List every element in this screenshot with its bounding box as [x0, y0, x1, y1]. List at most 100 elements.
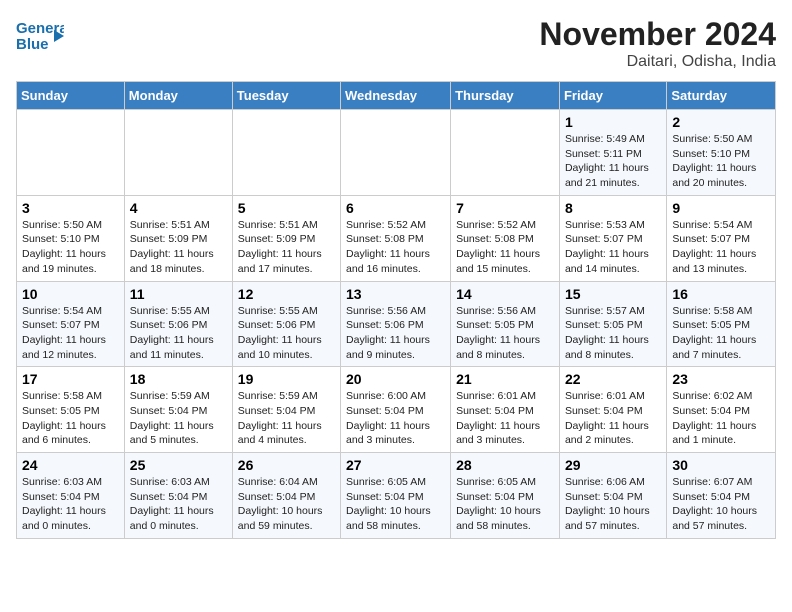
- day-info: Sunrise: 5:54 AM Sunset: 5:07 PM Dayligh…: [672, 218, 770, 277]
- calendar-cell: 8 Sunrise: 5:53 AM Sunset: 5:07 PM Daylig…: [559, 195, 666, 281]
- day-number: 12: [238, 286, 335, 302]
- calendar-title: November 2024: [539, 16, 776, 53]
- day-info: Sunrise: 5:59 AM Sunset: 5:04 PM Dayligh…: [238, 389, 335, 448]
- day-number: 23: [672, 371, 770, 387]
- day-of-week-header: Friday: [559, 82, 666, 110]
- day-number: 28: [456, 457, 554, 473]
- day-number: 11: [130, 286, 227, 302]
- calendar-table: SundayMondayTuesdayWednesdayThursdayFrid…: [16, 81, 776, 539]
- day-number: 10: [22, 286, 119, 302]
- day-number: 25: [130, 457, 227, 473]
- calendar-cell: 1 Sunrise: 5:49 AM Sunset: 5:11 PM Daylig…: [559, 110, 666, 196]
- day-info: Sunrise: 6:01 AM Sunset: 5:04 PM Dayligh…: [565, 389, 661, 448]
- calendar-cell: 30 Sunrise: 6:07 AM Sunset: 5:04 PM Dayli…: [667, 453, 776, 539]
- calendar-cell: 22 Sunrise: 6:01 AM Sunset: 5:04 PM Dayli…: [559, 367, 666, 453]
- day-number: 9: [672, 200, 770, 216]
- day-number: 29: [565, 457, 661, 473]
- calendar-cell: 11 Sunrise: 5:55 AM Sunset: 5:06 PM Dayli…: [124, 281, 232, 367]
- day-info: Sunrise: 5:55 AM Sunset: 5:06 PM Dayligh…: [238, 304, 335, 363]
- day-info: Sunrise: 5:54 AM Sunset: 5:07 PM Dayligh…: [22, 304, 119, 363]
- calendar-cell: 2 Sunrise: 5:50 AM Sunset: 5:10 PM Daylig…: [667, 110, 776, 196]
- day-number: 15: [565, 286, 661, 302]
- day-number: 19: [238, 371, 335, 387]
- calendar-cell: 17Sunrise: 5:58 AM Sunset: 5:05 PM Dayli…: [17, 367, 125, 453]
- calendar-cell: 18 Sunrise: 5:59 AM Sunset: 5:04 PM Dayli…: [124, 367, 232, 453]
- calendar-cell: 3 Sunrise: 5:50 AM Sunset: 5:10 PM Daylig…: [17, 195, 125, 281]
- calendar-subtitle: Daitari, Odisha, India: [539, 53, 776, 71]
- day-number: 24: [22, 457, 119, 473]
- day-of-week-header: Sunday: [17, 82, 125, 110]
- calendar-cell: 28 Sunrise: 6:05 AM Sunset: 5:04 PM Dayli…: [451, 453, 560, 539]
- day-number: 14: [456, 286, 554, 302]
- day-number: 20: [346, 371, 445, 387]
- day-info: Sunrise: 5:53 AM Sunset: 5:07 PM Dayligh…: [565, 218, 661, 277]
- calendar-cell: [232, 110, 340, 196]
- day-number: 7: [456, 200, 554, 216]
- title-block: November 2024 Daitari, Odisha, India: [539, 16, 776, 71]
- day-info: Sunrise: 5:56 AM Sunset: 5:05 PM Dayligh…: [456, 304, 554, 363]
- page-header: General Blue November 2024 Daitari, Odis…: [16, 16, 776, 71]
- day-info: Sunrise: 5:52 AM Sunset: 5:08 PM Dayligh…: [456, 218, 554, 277]
- day-info: Sunrise: 6:03 AM Sunset: 5:04 PM Dayligh…: [130, 475, 227, 534]
- calendar-cell: 5 Sunrise: 5:51 AM Sunset: 5:09 PM Daylig…: [232, 195, 340, 281]
- day-info: Sunrise: 5:55 AM Sunset: 5:06 PM Dayligh…: [130, 304, 227, 363]
- day-number: 5: [238, 200, 335, 216]
- day-info: Sunrise: 6:05 AM Sunset: 5:04 PM Dayligh…: [456, 475, 554, 534]
- calendar-cell: 6Sunrise: 5:52 AM Sunset: 5:08 PM Daylig…: [341, 195, 451, 281]
- day-number: 27: [346, 457, 445, 473]
- calendar-cell: 13 Sunrise: 5:56 AM Sunset: 5:06 PM Dayli…: [341, 281, 451, 367]
- day-info: Sunrise: 5:49 AM Sunset: 5:11 PM Dayligh…: [565, 132, 661, 191]
- calendar-cell: 19 Sunrise: 5:59 AM Sunset: 5:04 PM Dayli…: [232, 367, 340, 453]
- day-number: 3: [22, 200, 119, 216]
- day-info: Sunrise: 5:51 AM Sunset: 5:09 PM Dayligh…: [238, 218, 335, 277]
- logo: General Blue: [16, 16, 64, 61]
- day-number: 26: [238, 457, 335, 473]
- calendar-cell: [124, 110, 232, 196]
- day-info: Sunrise: 6:03 AM Sunset: 5:04 PM Dayligh…: [22, 475, 119, 534]
- day-of-week-header: Tuesday: [232, 82, 340, 110]
- calendar-cell: [17, 110, 125, 196]
- calendar-cell: 7 Sunrise: 5:52 AM Sunset: 5:08 PM Daylig…: [451, 195, 560, 281]
- day-info: Sunrise: 5:50 AM Sunset: 5:10 PM Dayligh…: [22, 218, 119, 277]
- day-info: Sunrise: 6:06 AM Sunset: 5:04 PM Dayligh…: [565, 475, 661, 534]
- day-of-week-header: Monday: [124, 82, 232, 110]
- day-info: Sunrise: 5:52 AM Sunset: 5:08 PM Dayligh…: [346, 218, 445, 277]
- day-number: 30: [672, 457, 770, 473]
- calendar-cell: 12 Sunrise: 5:55 AM Sunset: 5:06 PM Dayli…: [232, 281, 340, 367]
- calendar-cell: 25 Sunrise: 6:03 AM Sunset: 5:04 PM Dayli…: [124, 453, 232, 539]
- calendar-cell: [451, 110, 560, 196]
- calendar-cell: 9 Sunrise: 5:54 AM Sunset: 5:07 PM Daylig…: [667, 195, 776, 281]
- calendar-cell: 14 Sunrise: 5:56 AM Sunset: 5:05 PM Dayli…: [451, 281, 560, 367]
- calendar-cell: 26 Sunrise: 6:04 AM Sunset: 5:04 PM Dayli…: [232, 453, 340, 539]
- calendar-cell: 20Sunrise: 6:00 AM Sunset: 5:04 PM Dayli…: [341, 367, 451, 453]
- day-number: 13: [346, 286, 445, 302]
- calendar-cell: 24 Sunrise: 6:03 AM Sunset: 5:04 PM Dayli…: [17, 453, 125, 539]
- day-info: Sunrise: 5:59 AM Sunset: 5:04 PM Dayligh…: [130, 389, 227, 448]
- day-info: Sunrise: 5:50 AM Sunset: 5:10 PM Dayligh…: [672, 132, 770, 191]
- day-info: Sunrise: 5:58 AM Sunset: 5:05 PM Dayligh…: [672, 304, 770, 363]
- day-number: 8: [565, 200, 661, 216]
- day-info: Sunrise: 5:51 AM Sunset: 5:09 PM Dayligh…: [130, 218, 227, 277]
- day-number: 4: [130, 200, 227, 216]
- calendar-cell: [341, 110, 451, 196]
- calendar-cell: 4 Sunrise: 5:51 AM Sunset: 5:09 PM Daylig…: [124, 195, 232, 281]
- day-number: 16: [672, 286, 770, 302]
- calendar-cell: 15 Sunrise: 5:57 AM Sunset: 5:05 PM Dayli…: [559, 281, 666, 367]
- day-info: Sunrise: 6:01 AM Sunset: 5:04 PM Dayligh…: [456, 389, 554, 448]
- day-info: Sunrise: 6:05 AM Sunset: 5:04 PM Dayligh…: [346, 475, 445, 534]
- calendar-cell: 27 Sunrise: 6:05 AM Sunset: 5:04 PM Dayli…: [341, 453, 451, 539]
- day-info: Sunrise: 6:07 AM Sunset: 5:04 PM Dayligh…: [672, 475, 770, 534]
- day-of-week-header: Saturday: [667, 82, 776, 110]
- svg-text:Blue: Blue: [16, 36, 49, 53]
- day-number: 18: [130, 371, 227, 387]
- calendar-cell: 10 Sunrise: 5:54 AM Sunset: 5:07 PM Dayli…: [17, 281, 125, 367]
- day-number: 22: [565, 371, 661, 387]
- calendar-cell: 21Sunrise: 6:01 AM Sunset: 5:04 PM Dayli…: [451, 367, 560, 453]
- calendar-cell: 29 Sunrise: 6:06 AM Sunset: 5:04 PM Dayli…: [559, 453, 666, 539]
- day-info: Sunrise: 5:57 AM Sunset: 5:05 PM Dayligh…: [565, 304, 661, 363]
- day-info: Sunrise: 5:56 AM Sunset: 5:06 PM Dayligh…: [346, 304, 445, 363]
- day-number: 1: [565, 114, 661, 130]
- day-info: Sunrise: 6:04 AM Sunset: 5:04 PM Dayligh…: [238, 475, 335, 534]
- day-number: 2: [672, 114, 770, 130]
- day-info: Sunrise: 6:02 AM Sunset: 5:04 PM Dayligh…: [672, 389, 770, 448]
